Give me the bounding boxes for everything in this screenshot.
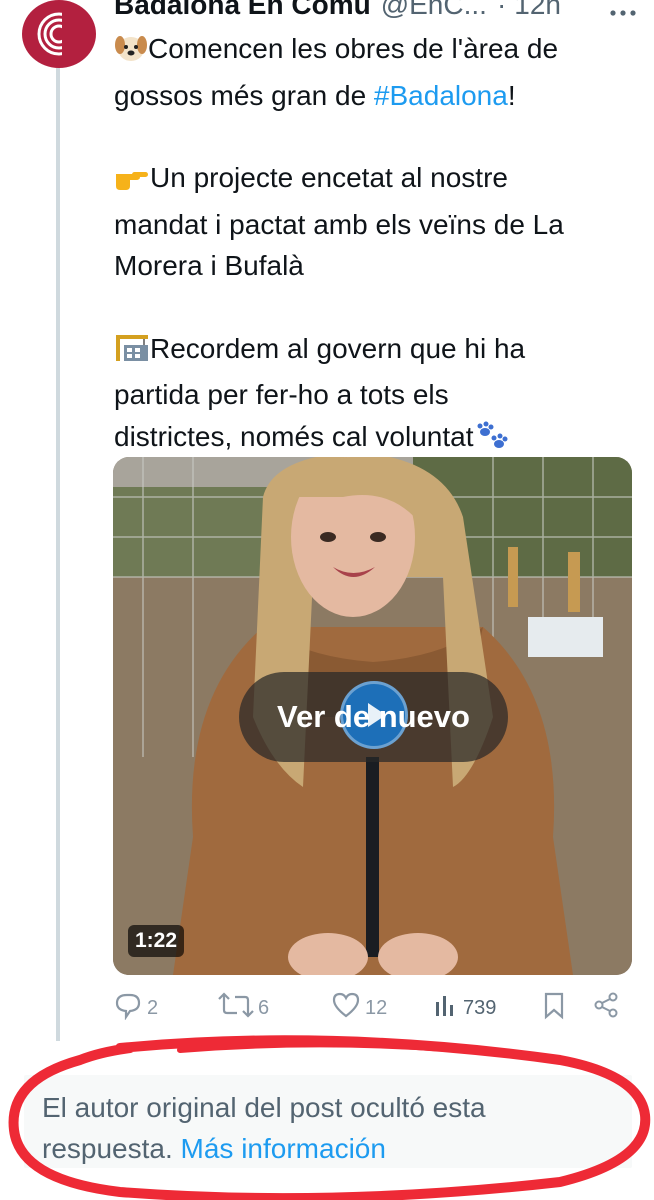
hidden-reply-notice-text: El autor original del post ocultó esta r… xyxy=(42,1087,602,1169)
pointing-hand-emoji-icon xyxy=(114,162,150,204)
reply-icon xyxy=(113,990,143,1026)
views-icon xyxy=(433,990,459,1026)
bookmark-button[interactable] xyxy=(541,990,567,1026)
like-count: 12 xyxy=(365,996,388,1019)
tweet-text: Comencen les obres de l'àrea de gossos m… xyxy=(114,28,639,462)
tweet-header: Badalona En Comú @EnC... · 12h xyxy=(114,0,634,22)
repost-button[interactable]: 6 xyxy=(218,990,269,1026)
repost-count: 6 xyxy=(258,996,270,1019)
tweet-line-4: mandat i pactat amb els veïns de La xyxy=(114,208,564,240)
share-button[interactable] xyxy=(591,990,621,1026)
share-icon xyxy=(591,990,621,1026)
bookmark-icon xyxy=(541,990,567,1026)
construction-crane-emoji-icon xyxy=(114,329,150,375)
repost-icon xyxy=(218,990,254,1026)
tweet-line-7: partida per fer-ho a tots els xyxy=(114,379,449,410)
views-button[interactable]: 739 xyxy=(433,990,496,1026)
replay-label: Ver de nuevo xyxy=(277,699,470,734)
separator-dot: · xyxy=(496,0,507,20)
tweet-line-1: Comencen les obres de l'àrea de xyxy=(148,33,559,64)
tweet-line-6: Recordem al govern que hi ha xyxy=(150,332,526,364)
timestamp[interactable]: 12h xyxy=(514,0,561,21)
more-info-link[interactable]: Más información xyxy=(181,1133,386,1164)
author-handle[interactable]: @EnC... xyxy=(381,0,487,21)
dog-emoji-icon xyxy=(114,33,148,75)
thread-line xyxy=(56,66,60,1041)
tweet-line-8: districtes, només cal voluntat xyxy=(114,420,474,452)
video-player[interactable]: Ver de nuevo 1:22 xyxy=(113,457,632,975)
reply-count: 2 xyxy=(147,996,159,1019)
video-duration: 1:22 xyxy=(128,925,185,957)
more-horizontal-icon[interactable] xyxy=(608,0,638,30)
hashtag-link[interactable]: #Badalona xyxy=(374,80,508,111)
replay-button[interactable]: Ver de nuevo xyxy=(239,672,508,762)
avatar[interactable] xyxy=(22,0,96,68)
tweet-line-2-end: ! xyxy=(507,79,516,111)
paw-prints-emoji-icon xyxy=(474,421,510,463)
tweet-actions: 2 6 12 739 xyxy=(113,990,638,1030)
author-name[interactable]: Badalona En Comú xyxy=(114,0,371,21)
tweet-line-3: Un projecte encetat al nostre xyxy=(150,162,508,193)
views-count: 739 xyxy=(463,996,497,1019)
reply-button[interactable]: 2 xyxy=(113,990,158,1026)
tweet-line-5: Morera i Bufalà xyxy=(114,250,304,281)
tweet-line-2: gossos més gran de xyxy=(114,79,374,111)
like-button[interactable]: 12 xyxy=(331,990,387,1026)
heart-icon xyxy=(331,990,361,1026)
